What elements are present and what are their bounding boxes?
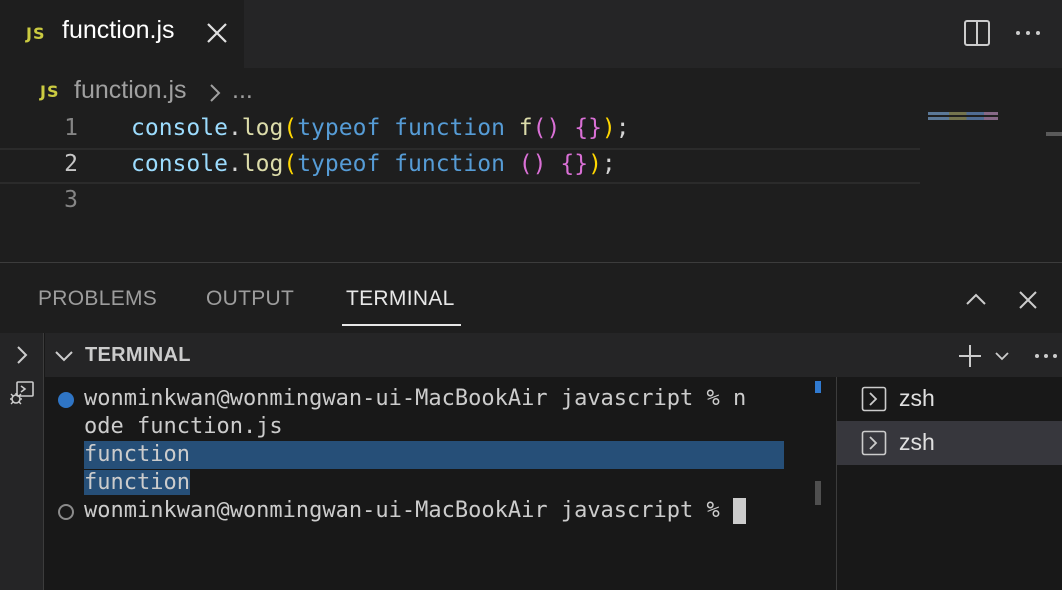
- terminal-header: TERMINAL: [45, 333, 1062, 377]
- close-icon[interactable]: [204, 20, 230, 46]
- terminal-line-selected: function: [84, 441, 784, 469]
- terminal-prompt[interactable]: wonminkwan@wonmingwan-ui-MacBookAir java…: [84, 497, 747, 525]
- breadcrumb-more[interactable]: ...: [232, 76, 253, 105]
- bottom-panel: PROBLEMS OUTPUT TERMINAL TERMINAL wonmin…: [0, 262, 1062, 590]
- terminal-instance-item[interactable]: zsh: [837, 377, 1062, 421]
- chevron-right-icon[interactable]: [8, 341, 36, 369]
- minimap-slider[interactable]: [1046, 132, 1062, 136]
- terminal-icon: [861, 386, 887, 412]
- editor-tab-function-js[interactable]: JS function.js: [0, 0, 244, 68]
- code-line[interactable]: 1 console.log(typeof function f() {});: [0, 112, 920, 148]
- chevron-up-icon[interactable]: [963, 287, 989, 313]
- close-icon[interactable]: [1015, 287, 1041, 313]
- breadcrumb-file[interactable]: function.js: [74, 76, 187, 105]
- tab-terminal[interactable]: TERMINAL: [346, 287, 455, 311]
- editor-tab-bar: JS function.js: [0, 0, 1062, 68]
- chevron-right-icon: [210, 84, 221, 102]
- chevron-down-icon[interactable]: [53, 345, 75, 367]
- terminal-view: TERMINAL wonminkwan@wonmingwan-ui-MacBoo…: [0, 333, 1062, 590]
- terminal-section-title: TERMINAL: [85, 344, 191, 366]
- terminal-instance-label: zsh: [899, 385, 935, 411]
- scrollbar-marker: [815, 381, 821, 393]
- terminal-cursor: [733, 498, 747, 524]
- code-line[interactable]: 3: [0, 184, 920, 220]
- panel-tab-bar: PROBLEMS OUTPUT TERMINAL: [0, 263, 1062, 333]
- terminal-instance-item-active[interactable]: zsh: [837, 421, 1062, 465]
- js-file-icon: JS: [26, 24, 46, 43]
- command-pending-decoration[interactable]: [58, 504, 74, 520]
- minimap[interactable]: [928, 112, 1008, 126]
- line-number: 3: [64, 187, 78, 213]
- terminal-instance-list: zsh zsh: [836, 377, 1062, 590]
- terminal-output[interactable]: wonminkwan@wonmingwan-ui-MacBookAir java…: [45, 377, 835, 590]
- chevron-down-icon[interactable]: [993, 343, 1011, 369]
- terminal-line: ode function.js: [84, 414, 283, 439]
- terminal-line: wonminkwan@wonmingwan-ui-MacBookAir java…: [84, 386, 747, 411]
- terminal-line-selected: function: [84, 470, 190, 495]
- debug-console-icon[interactable]: [8, 379, 36, 407]
- terminal-icon: [861, 430, 887, 456]
- more-actions-icon[interactable]: [1013, 18, 1043, 48]
- active-tab-indicator: [342, 324, 461, 326]
- terminal-instance-label: zsh: [899, 429, 935, 455]
- tab-label: function.js: [62, 16, 175, 44]
- line-number: 1: [64, 115, 78, 141]
- breadcrumb: JS function.js ...: [0, 68, 1062, 112]
- more-actions-icon[interactable]: [1033, 343, 1059, 369]
- panel-side-bar: [0, 333, 44, 590]
- terminal-scrollbar[interactable]: [815, 481, 821, 505]
- code-text: console.log(typeof function () {});: [131, 151, 616, 177]
- js-file-icon: JS: [40, 82, 60, 101]
- command-success-decoration[interactable]: [58, 392, 74, 408]
- tab-problems[interactable]: PROBLEMS: [38, 287, 157, 311]
- code-editor[interactable]: 1 console.log(typeof function f() {}); 2…: [0, 112, 1062, 262]
- code-text: console.log(typeof function f() {});: [131, 115, 630, 141]
- tab-output[interactable]: OUTPUT: [206, 287, 294, 311]
- code-line-current[interactable]: 2 console.log(typeof function () {});: [0, 148, 920, 184]
- split-editor-icon[interactable]: [962, 18, 992, 48]
- plus-icon[interactable]: [957, 343, 983, 369]
- line-number: 2: [64, 151, 78, 177]
